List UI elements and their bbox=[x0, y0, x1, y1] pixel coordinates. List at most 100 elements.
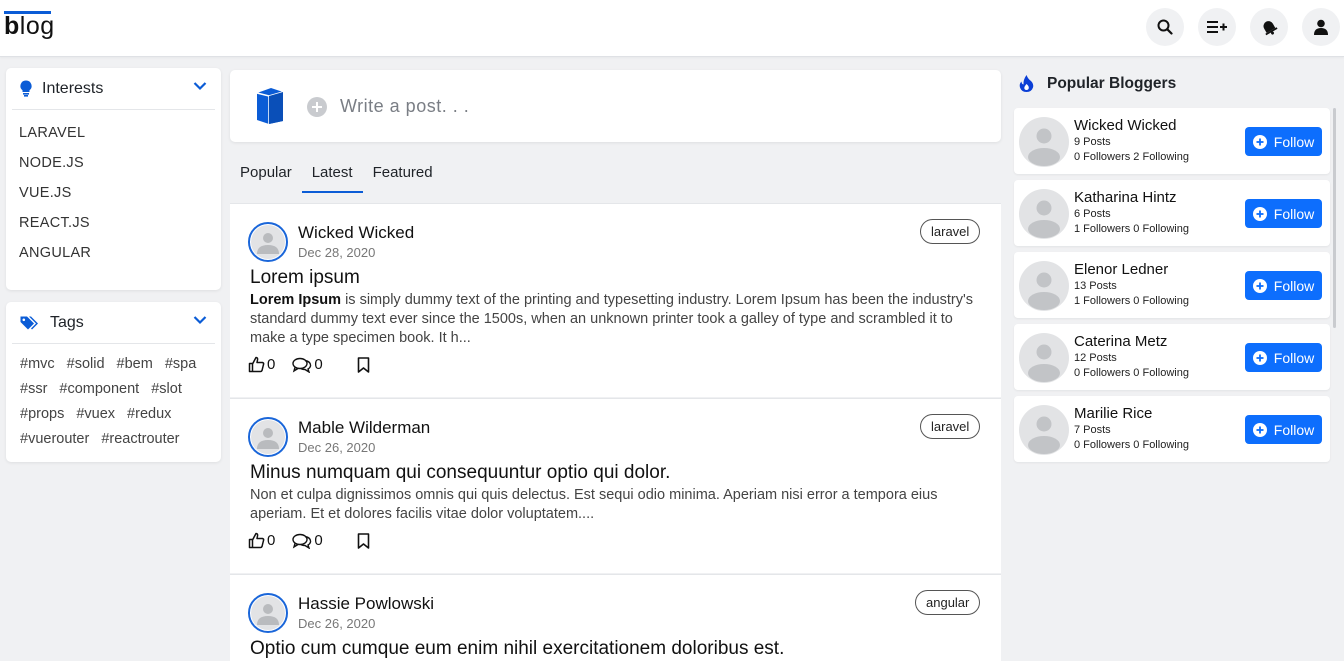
avatar[interactable] bbox=[1019, 189, 1069, 239]
tag-link[interactable]: #solid bbox=[67, 352, 105, 377]
blogger-name[interactable]: Elenor Ledner bbox=[1074, 261, 1168, 278]
tag-link[interactable]: #slot bbox=[151, 377, 182, 402]
interest-item[interactable]: REACT.JS bbox=[19, 208, 208, 238]
post-author[interactable]: Wicked Wicked bbox=[298, 223, 414, 243]
blogger-card: Katharina Hintz 6 Posts 1 Followers 0 Fo… bbox=[1014, 180, 1330, 246]
interest-item[interactable]: ANGULAR bbox=[19, 238, 208, 268]
bloggers-scrollbar[interactable] bbox=[1333, 108, 1336, 328]
tab-featured[interactable]: Featured bbox=[363, 155, 443, 193]
blogger-follow-stats: 1 Followers 0 Following bbox=[1074, 295, 1189, 307]
post-date: Dec 28, 2020 bbox=[298, 245, 376, 260]
tag-link[interactable]: #bem bbox=[117, 352, 153, 377]
profile-button[interactable] bbox=[1302, 8, 1340, 46]
bookmark-icon bbox=[357, 532, 369, 549]
like-count: 0 bbox=[267, 532, 276, 549]
blogger-follow-stats: 0 Followers 0 Following bbox=[1074, 367, 1189, 379]
blogger-name[interactable]: Wicked Wicked bbox=[1074, 117, 1177, 134]
follow-button[interactable]: Follow bbox=[1245, 127, 1322, 156]
tag-link[interactable]: #ssr bbox=[20, 377, 47, 402]
avatar[interactable] bbox=[1019, 261, 1069, 311]
logo[interactable]: blog bbox=[4, 12, 55, 41]
blogger-name[interactable]: Katharina Hintz bbox=[1074, 189, 1177, 206]
post-tag-badge[interactable]: angular bbox=[915, 590, 981, 615]
tag-link[interactable]: #reactrouter bbox=[101, 427, 179, 452]
notifications-button[interactable] bbox=[1250, 8, 1288, 46]
interest-item[interactable]: LARAVEL bbox=[19, 118, 208, 148]
blogger-posts: 7 Posts bbox=[1074, 424, 1111, 436]
add-list-icon bbox=[1207, 21, 1227, 33]
blogger-name[interactable]: Caterina Metz bbox=[1074, 333, 1167, 350]
post-tag-badge[interactable]: laravel bbox=[920, 219, 981, 244]
tag-list: #mvc #solid #bem #spa #ssr #component #s… bbox=[6, 344, 221, 452]
blogger-posts: 13 Posts bbox=[1074, 280, 1117, 292]
thumbs-up-icon bbox=[248, 356, 265, 373]
tags-card: Tags #mvc #solid #bem #spa #ssr #compone… bbox=[6, 302, 221, 462]
comments-icon bbox=[292, 533, 312, 549]
post-title[interactable]: Minus numquam qui consequuntur optio qui… bbox=[250, 462, 670, 484]
interest-item[interactable]: NODE.JS bbox=[19, 148, 208, 178]
tag-link[interactable]: #component bbox=[59, 377, 139, 402]
post-card: Wicked Wicked Dec 28, 2020 laravel Lorem… bbox=[230, 203, 1001, 397]
chevron-down-icon[interactable] bbox=[193, 315, 207, 325]
comment-button[interactable]: 0 bbox=[292, 356, 323, 373]
follow-button[interactable]: Follow bbox=[1245, 415, 1322, 444]
tag-link[interactable]: #mvc bbox=[20, 352, 55, 377]
comment-button[interactable]: 0 bbox=[292, 532, 323, 549]
post-composer[interactable]: Write a post. . . bbox=[230, 70, 1001, 142]
avatar[interactable] bbox=[1019, 405, 1069, 455]
tags-title: Tags bbox=[50, 313, 84, 331]
blogger-card: Marilie Rice 7 Posts 0 Followers 0 Follo… bbox=[1014, 396, 1330, 462]
follow-button[interactable]: Follow bbox=[1245, 343, 1322, 372]
blogger-follow-stats: 0 Followers 0 Following bbox=[1074, 439, 1189, 451]
blogger-follow-stats: 0 Followers 2 Following bbox=[1074, 151, 1189, 163]
bookmark-button[interactable] bbox=[357, 532, 370, 549]
tag-link[interactable]: #spa bbox=[165, 352, 196, 377]
like-button[interactable]: 0 bbox=[248, 356, 275, 373]
blogger-follow-stats: 1 Followers 0 Following bbox=[1074, 223, 1189, 235]
post-excerpt: Non et culpa dignissimos omnis qui quis … bbox=[250, 487, 938, 522]
post-date: Dec 26, 2020 bbox=[298, 440, 376, 455]
follow-button[interactable]: Follow bbox=[1245, 271, 1322, 300]
blogger-card: Wicked Wicked 9 Posts 0 Followers 2 Foll… bbox=[1014, 108, 1330, 174]
avatar[interactable] bbox=[248, 417, 288, 457]
user-icon bbox=[1314, 19, 1328, 35]
tag-link[interactable]: #redux bbox=[127, 402, 171, 427]
chevron-down-icon[interactable] bbox=[193, 81, 207, 91]
follow-button[interactable]: Follow bbox=[1245, 199, 1322, 228]
post-title[interactable]: Optio cum cumque eum enim nihil exercita… bbox=[250, 638, 784, 660]
tags-icon bbox=[20, 316, 38, 329]
post-title[interactable]: Lorem ipsum bbox=[250, 267, 360, 289]
search-button[interactable] bbox=[1146, 8, 1184, 46]
blogger-card: Elenor Ledner 13 Posts 1 Followers 0 Fol… bbox=[1014, 252, 1330, 318]
avatar[interactable] bbox=[248, 593, 288, 633]
tab-latest[interactable]: Latest bbox=[301, 155, 363, 193]
popular-bloggers-title: Popular Bloggers bbox=[1047, 74, 1177, 92]
notification-bell-icon bbox=[1263, 21, 1278, 36]
interest-item[interactable]: VUE.JS bbox=[19, 178, 208, 208]
avatar[interactable] bbox=[248, 222, 288, 262]
tag-link[interactable]: #vuerouter bbox=[20, 427, 89, 452]
plus-circle-icon[interactable] bbox=[307, 97, 327, 117]
write-post-input[interactable]: Write a post. . . bbox=[340, 96, 469, 117]
post-author[interactable]: Hassie Powlowski bbox=[298, 594, 434, 614]
blogger-card: Caterina Metz 12 Posts 0 Followers 0 Fol… bbox=[1014, 324, 1330, 390]
popular-bloggers-header: Popular Bloggers bbox=[1018, 74, 1176, 93]
tab-popular[interactable]: Popular bbox=[230, 155, 302, 193]
interests-header[interactable]: Interests bbox=[12, 68, 215, 110]
blogger-posts: 12 Posts bbox=[1074, 352, 1117, 364]
tag-link[interactable]: #props bbox=[20, 402, 64, 427]
comment-count: 0 bbox=[314, 532, 323, 549]
new-post-button[interactable] bbox=[1198, 8, 1236, 46]
post-tag-badge[interactable]: laravel bbox=[920, 414, 981, 439]
avatar[interactable] bbox=[1019, 117, 1069, 167]
fire-icon bbox=[1019, 75, 1034, 92]
like-button[interactable]: 0 bbox=[248, 532, 275, 549]
tags-header[interactable]: Tags bbox=[12, 302, 215, 344]
avatar[interactable] bbox=[1019, 333, 1069, 383]
tag-link[interactable]: #vuex bbox=[76, 402, 115, 427]
blogger-posts: 9 Posts bbox=[1074, 136, 1111, 148]
bookmark-button[interactable] bbox=[357, 356, 370, 373]
blogger-name[interactable]: Marilie Rice bbox=[1074, 405, 1152, 422]
post-author[interactable]: Mable Wilderman bbox=[298, 418, 430, 438]
thumbs-up-icon bbox=[248, 532, 265, 549]
